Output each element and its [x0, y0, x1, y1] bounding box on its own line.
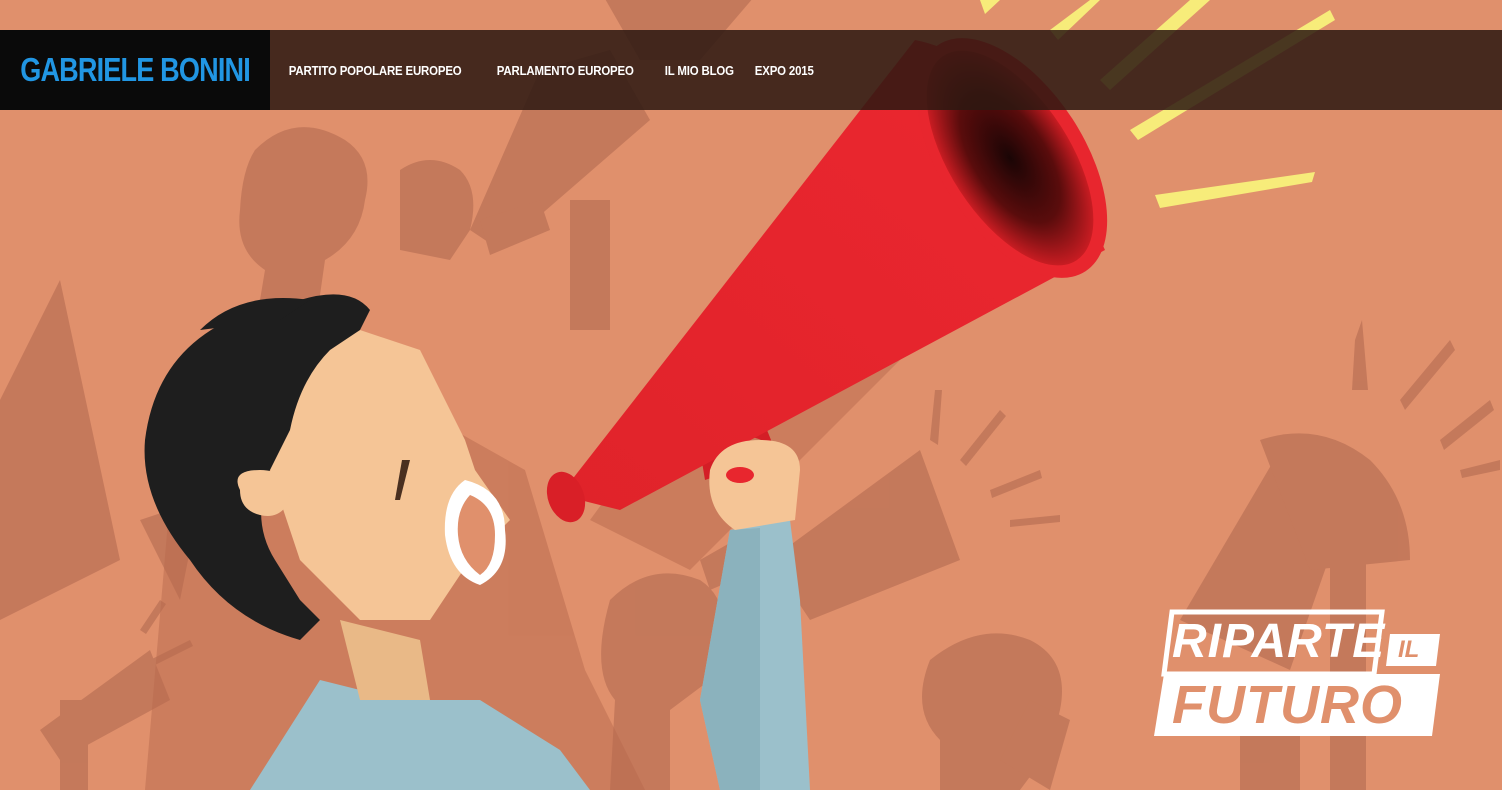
logo-word-futuro: FUTURO: [1172, 675, 1403, 735]
site-brand-link[interactable]: GABRIELE BONINI: [0, 30, 270, 110]
top-navbar: GABRIELE BONINI PARTITO POPOLARE EUROPEO…: [0, 30, 1502, 110]
nav-item-il-mio-blog[interactable]: IL MIO BLOG: [656, 63, 743, 78]
site-brand-text: GABRIELE BONINI: [20, 51, 251, 88]
nav-item-expo-2015[interactable]: EXPO 2015: [746, 63, 822, 78]
riparte-il-futuro-logo: RIPARTE IL FUTURO: [1150, 608, 1450, 740]
logo-word-il: IL: [1398, 636, 1420, 663]
main-menu: PARTITO POPOLARE EUROPEO PARLAMENTO EURO…: [280, 63, 825, 78]
logo-word-riparte: RIPARTE: [1172, 615, 1386, 668]
nav-item-parlamento-europeo[interactable]: PARLAMENTO EUROPEO: [488, 63, 642, 78]
nav-item-partito-popolare-europeo[interactable]: PARTITO POPOLARE EUROPEO: [280, 63, 470, 78]
